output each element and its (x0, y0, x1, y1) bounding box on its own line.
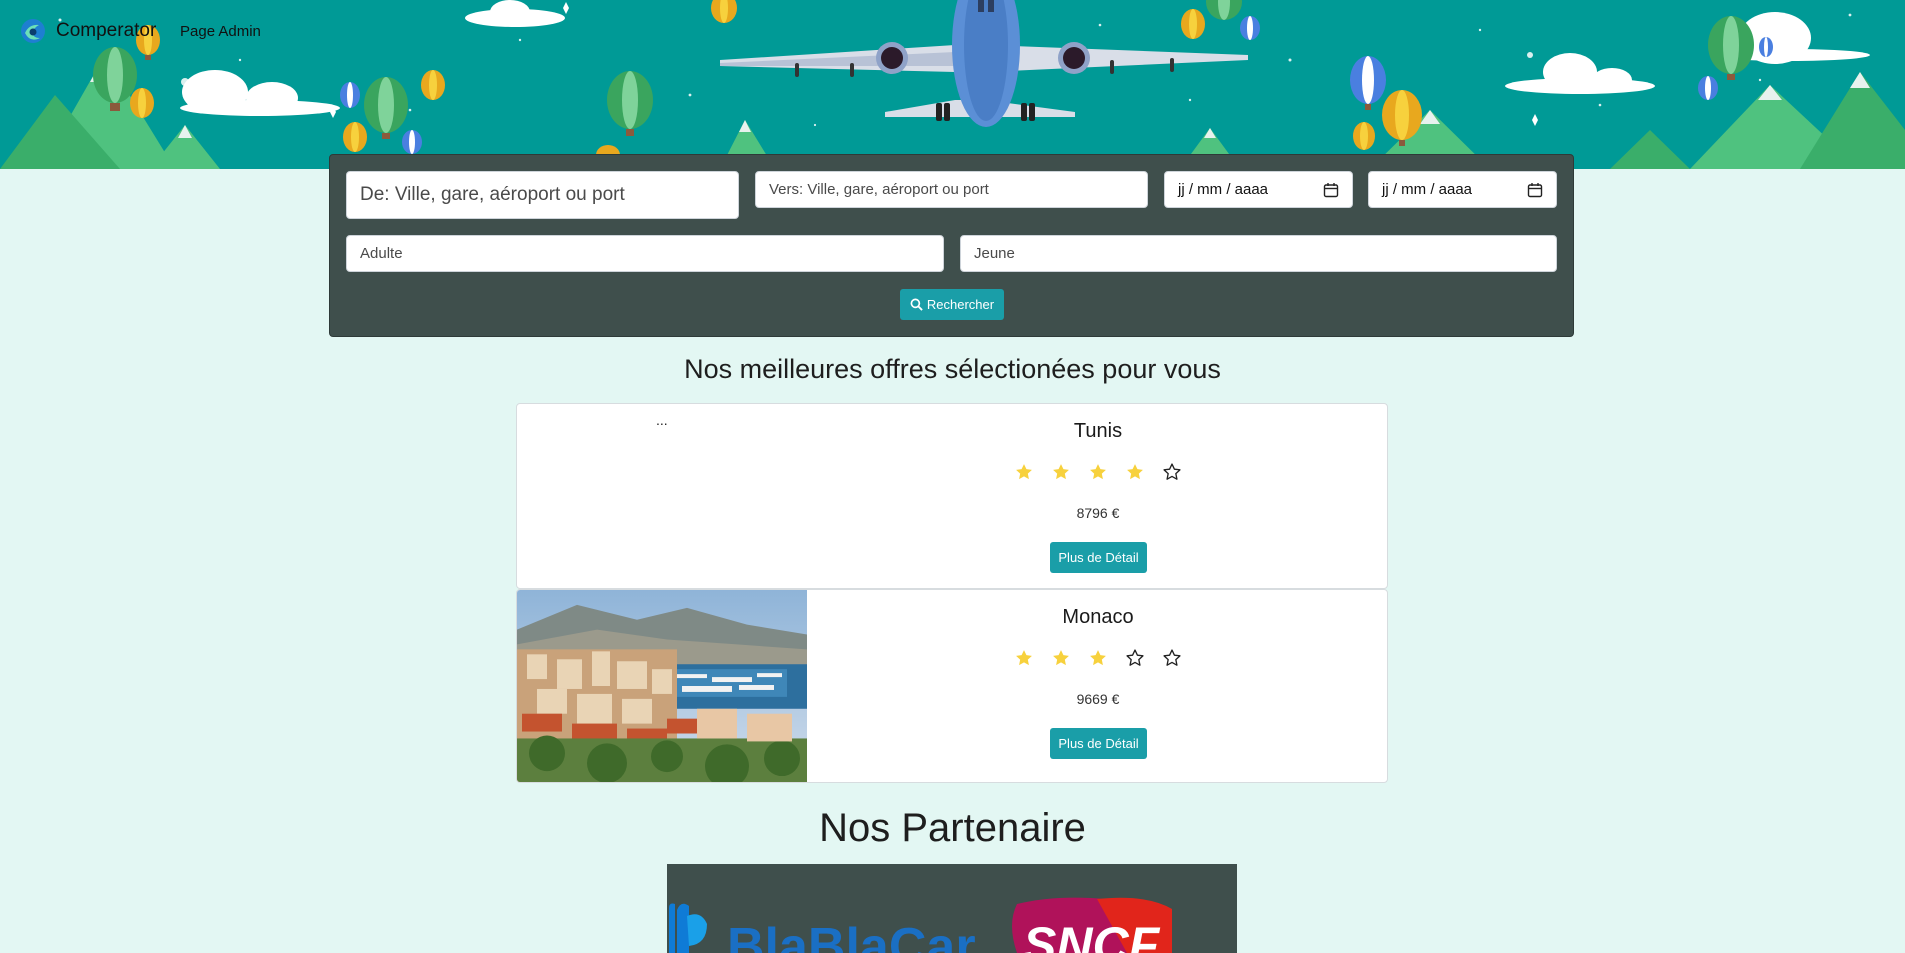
offer-city: Monaco (1062, 606, 1134, 628)
offer-image-broken: ... (517, 404, 807, 588)
offer-price: 9669 € (1076, 691, 1120, 707)
offer-image-monaco (517, 590, 807, 782)
star-rating (807, 648, 1387, 668)
to-input[interactable] (769, 181, 1134, 198)
image-alt-text: ... (656, 412, 668, 428)
star-rating (807, 462, 1387, 482)
hero-illustration (0, 0, 1905, 169)
offer-price: 8796 € (1076, 505, 1120, 521)
airplane-illustration (720, 0, 1248, 127)
star-filled-icon (1016, 650, 1032, 666)
search-icon (910, 298, 923, 311)
adult-input[interactable] (360, 245, 930, 262)
detail-button[interactable]: Plus de Détail (1050, 542, 1147, 573)
star-filled-icon (1090, 464, 1106, 480)
departure-date-placeholder: jj / mm / aaaa (1178, 181, 1269, 198)
star-empty-icon (1126, 649, 1144, 666)
from-input[interactable] (360, 184, 725, 206)
star-empty-icon (1163, 463, 1181, 480)
offer-card-tunis: ... Tunis 8796 € Plus de Détail (516, 403, 1388, 589)
return-date-field[interactable]: jj / mm / aaaa (1368, 171, 1557, 208)
offer-body: Tunis 8796 € Plus de Détail (807, 404, 1387, 588)
brand[interactable]: Comperator (20, 18, 156, 44)
calendar-icon[interactable] (1323, 182, 1339, 198)
partners-carousel: BlaBlaCar SNCF (667, 864, 1237, 953)
search-panel: jj / mm / aaaa jj / mm / aaaa Rechercher (329, 154, 1574, 337)
svg-text:BlaBlaCar: BlaBlaCar (727, 918, 976, 953)
nav-page-admin[interactable]: Page Admin (180, 23, 261, 40)
partner-logos: BlaBlaCar SNCF (669, 897, 1172, 953)
star-filled-icon (1053, 650, 1069, 666)
from-field[interactable] (346, 171, 739, 219)
brand-logo-icon (21, 19, 45, 43)
departure-date-field[interactable]: jj / mm / aaaa (1164, 171, 1353, 208)
detail-button[interactable]: Plus de Détail (1050, 728, 1147, 759)
young-field[interactable] (960, 235, 1557, 272)
adult-field[interactable] (346, 235, 944, 272)
blablacar-logo[interactable]: BlaBlaCar (669, 903, 976, 953)
brand-name: Comperator (56, 20, 157, 41)
offers-title: Nos meilleures offres sélectionées pour … (684, 354, 1221, 384)
star-empty-icon (1163, 649, 1181, 666)
calendar-icon[interactable] (1527, 182, 1543, 198)
star-filled-icon (1053, 464, 1069, 480)
offer-body: Monaco 9669 € Plus de Détail (807, 590, 1387, 782)
star-filled-icon (1090, 650, 1106, 666)
sncf-logo[interactable]: SNCF (1012, 897, 1172, 953)
hero-banner: Comperator Page Admin (0, 0, 1905, 169)
return-date-placeholder: jj / mm / aaaa (1382, 181, 1473, 198)
star-filled-icon (1127, 464, 1143, 480)
svg-text:SNCF: SNCF (1023, 917, 1161, 953)
partners-title: Nos Partenaire (819, 806, 1086, 850)
offer-city: Tunis (1073, 420, 1123, 442)
star-filled-icon (1016, 464, 1032, 480)
search-button[interactable]: Rechercher (900, 289, 1004, 320)
search-button-label: Rechercher (926, 297, 995, 312)
offer-card-monaco: Monaco 9669 € Plus de Détail (516, 589, 1388, 783)
to-field[interactable] (755, 171, 1148, 208)
young-input[interactable] (974, 245, 1543, 262)
